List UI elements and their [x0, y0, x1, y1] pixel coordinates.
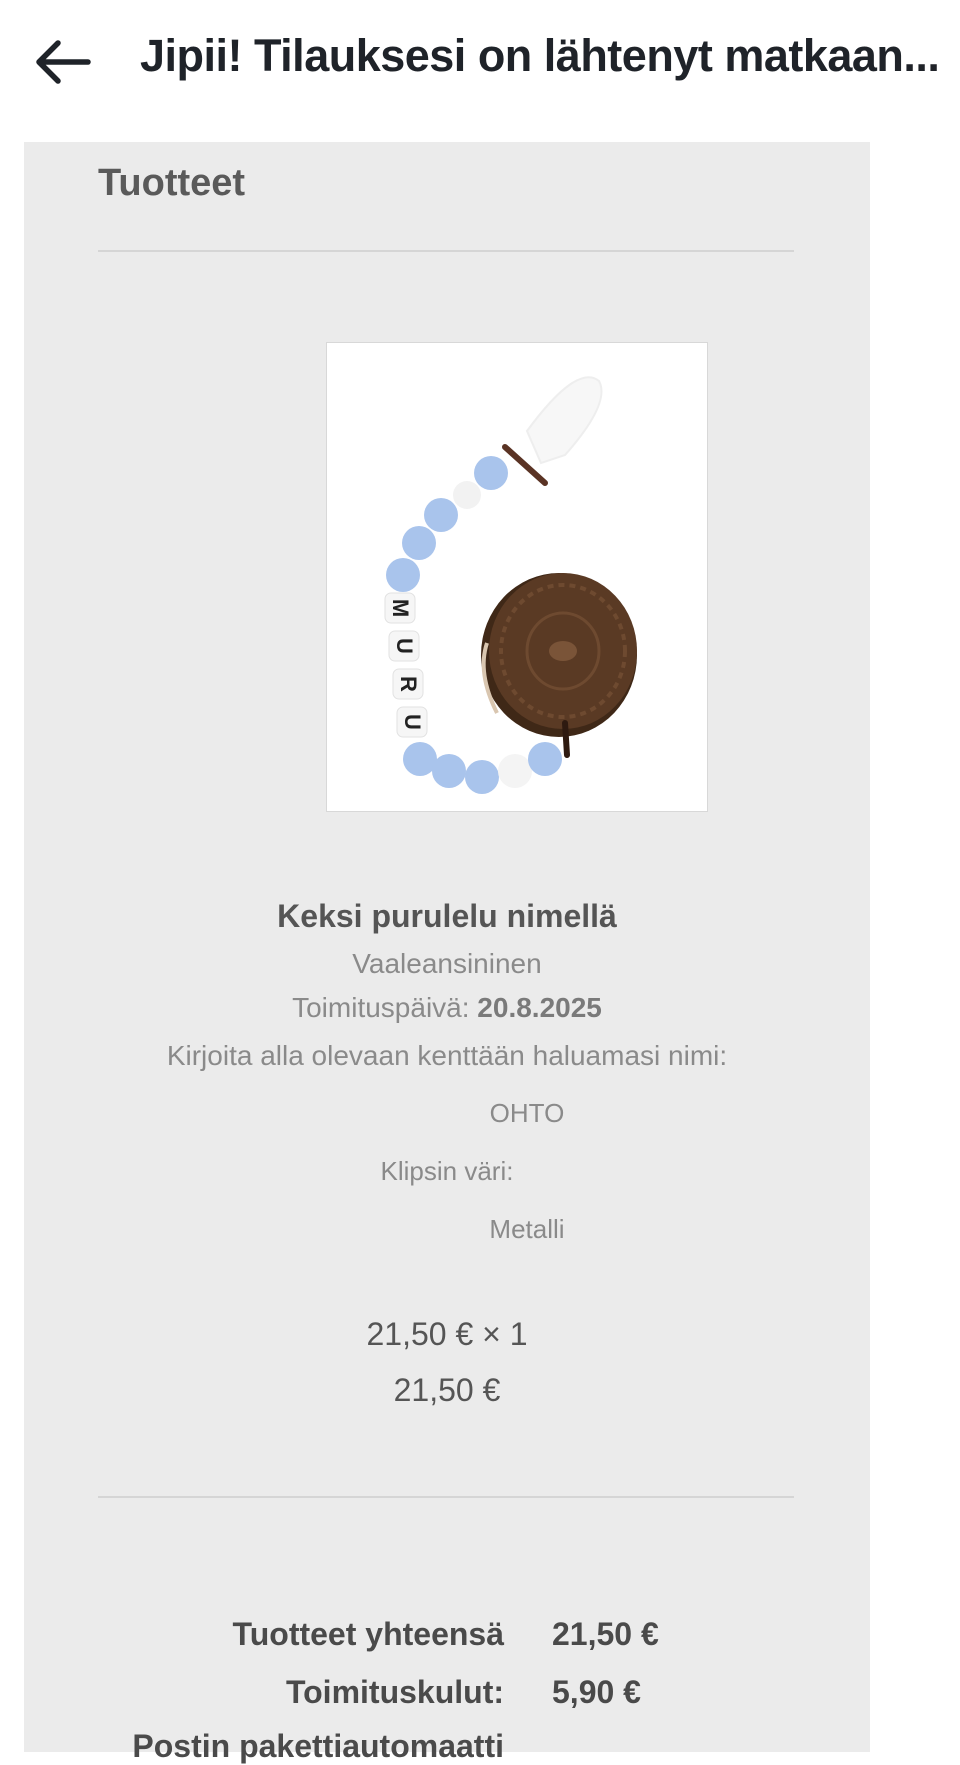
unit-price-quantity: 21,50 € × 1: [366, 1316, 528, 1352]
clip-color-label: Klipsin väri:: [380, 1156, 514, 1186]
clip-color-value: Metalli: [489, 1214, 565, 1244]
bead-letter: M: [388, 599, 413, 617]
bead-letter: U: [392, 638, 417, 654]
top-bar: Jipii! Tilauksesi on lähtenyt matkaan...: [0, 0, 960, 120]
pacifier-clip-illustration: M U R U: [384, 376, 637, 794]
products-total-value: 21,50 €: [552, 1616, 659, 1652]
delivery-date: 20.8.2025: [477, 992, 602, 1023]
divider: [98, 250, 794, 252]
products-heading: Tuotteet: [98, 162, 246, 204]
name-prompt: Kirjoita alla olevaan kenttään haluamasi…: [166, 1040, 728, 1071]
delivery-info: Toimituspäivä: 20.8.2025: [24, 992, 870, 1024]
delivery-label: Toimituspäivä:: [292, 992, 478, 1023]
divider: [98, 1496, 794, 1498]
bead-letter: R: [396, 676, 421, 692]
shipping-label: Toimituskulut:: [285, 1674, 504, 1710]
product-variant: Vaaleansininen: [352, 948, 542, 979]
bead-letter: U: [400, 714, 425, 730]
product-name: Keksi purulelu nimellä: [277, 898, 617, 934]
page-title: Jipii! Tilauksesi on lähtenyt matkaan...: [140, 30, 940, 81]
name-value: OHTO: [489, 1098, 565, 1128]
line-total: 21,50 €: [393, 1372, 501, 1408]
back-button[interactable]: [28, 28, 96, 96]
shipping-method-label: Postin pakettiautomaatti: [132, 1728, 504, 1764]
products-total-label: Tuotteet yhteensä: [232, 1616, 504, 1652]
shipping-value: 5,90 €: [552, 1674, 641, 1710]
order-panel: Tuotteet M U R U Keksi purulelu nimellä …: [24, 142, 870, 1764]
arrow-left-icon: [36, 40, 91, 84]
product-image: M U R U: [326, 342, 708, 812]
